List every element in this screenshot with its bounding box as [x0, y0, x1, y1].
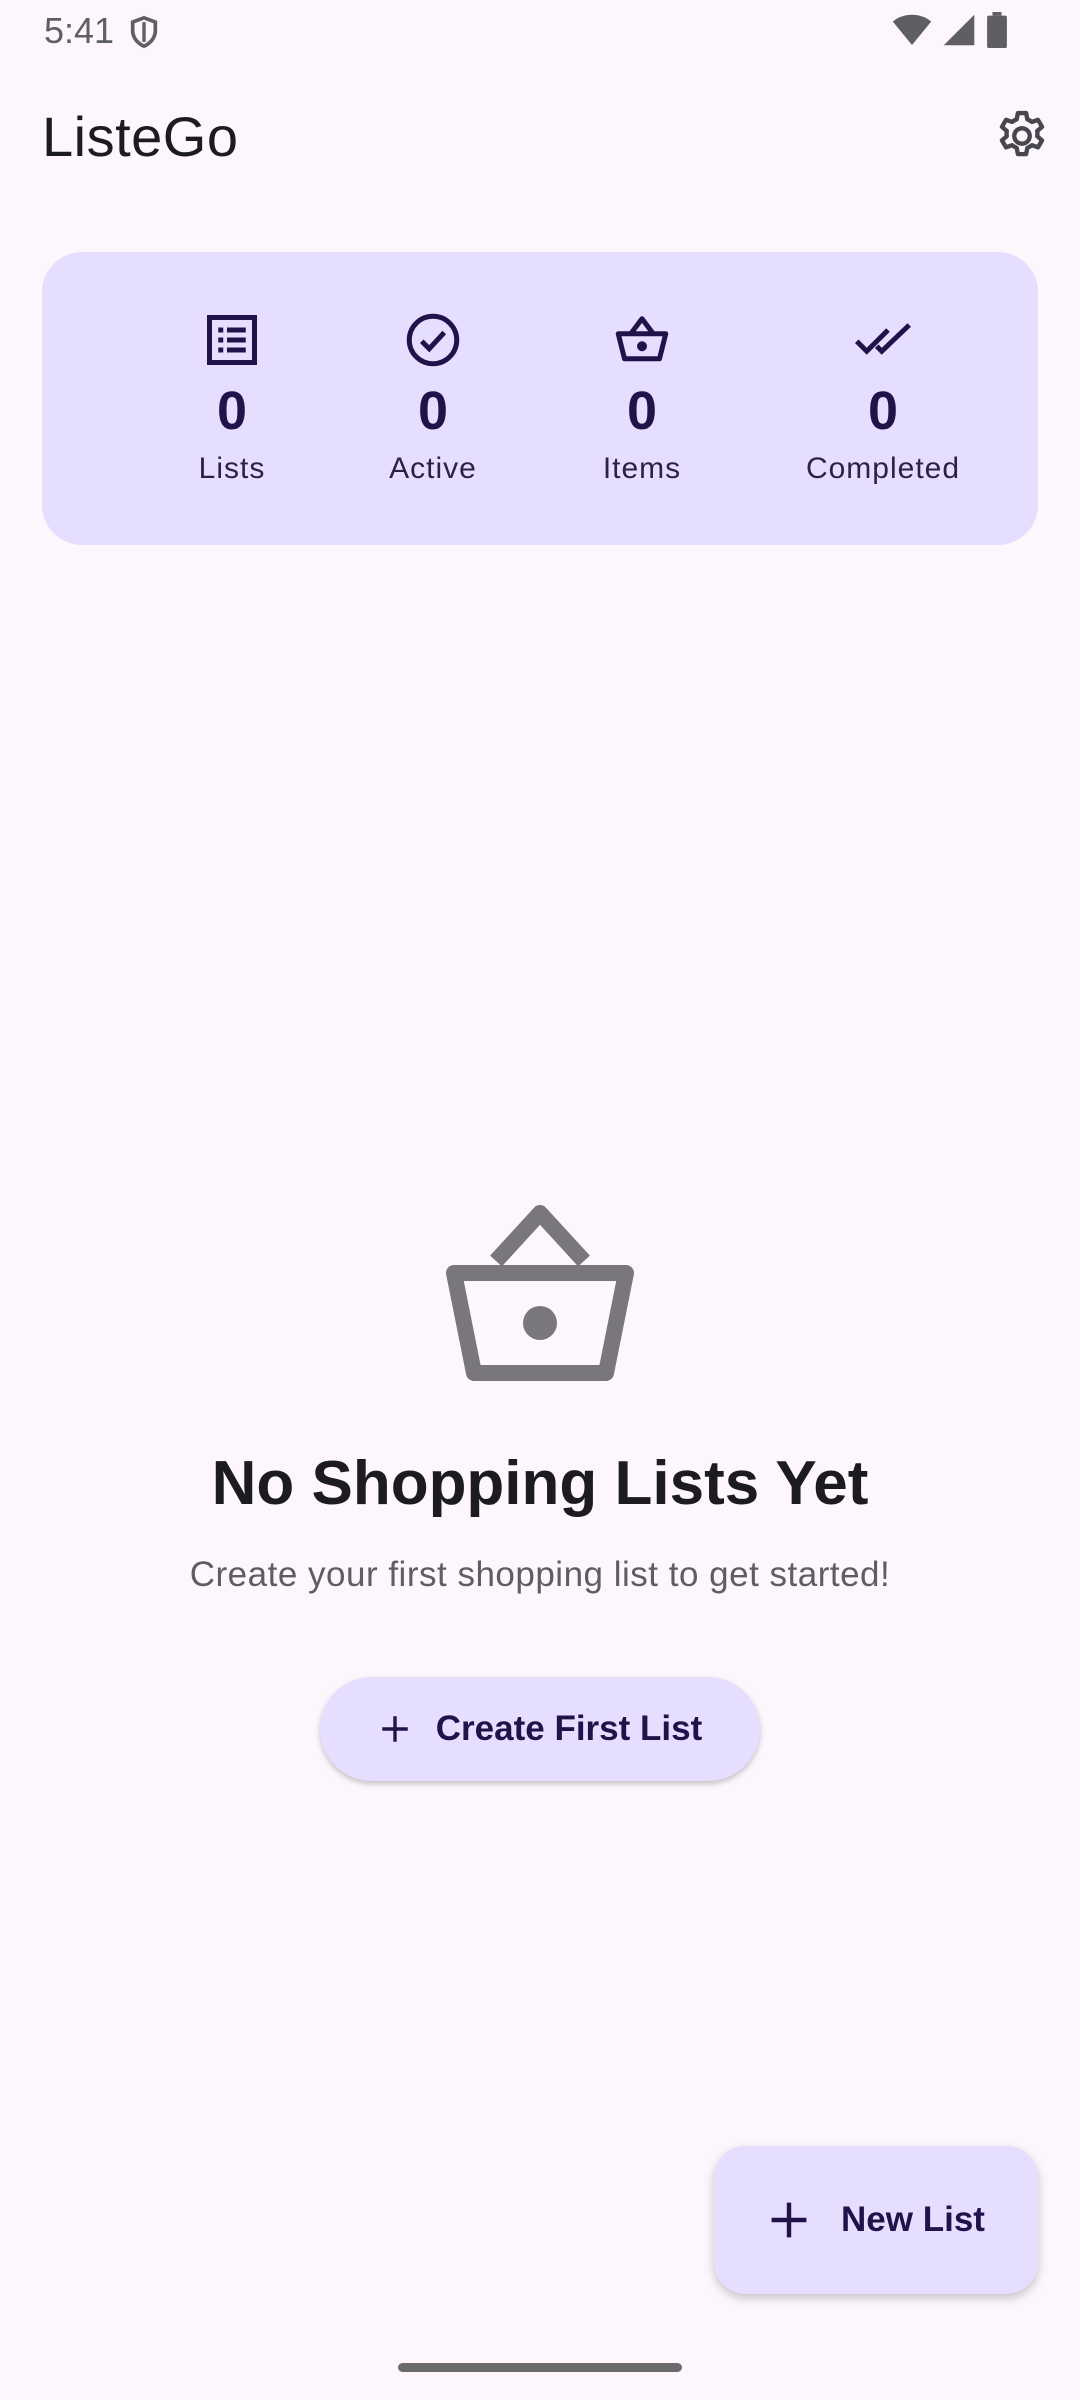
stat-value: 0	[626, 381, 658, 441]
plus-icon	[771, 2202, 807, 2238]
stat-lists: 0 Lists	[122, 252, 342, 545]
double-check-icon	[854, 323, 911, 355]
gear-icon	[999, 110, 1045, 157]
wifi-icon	[892, 14, 932, 45]
check-circle-icon	[406, 313, 460, 367]
app-title: ListeGo	[42, 105, 239, 168]
stat-label: Completed	[805, 452, 961, 485]
home-indicator[interactable]	[398, 2363, 682, 2372]
stat-value: 0	[867, 381, 899, 441]
stat-label: Active	[389, 452, 477, 485]
stat-items: 0 Items	[532, 252, 752, 545]
new-list-label: New List	[841, 2200, 985, 2239]
create-first-list-button[interactable]: Create First List	[320, 1677, 760, 1781]
shield-icon	[130, 15, 158, 49]
basket-icon	[615, 316, 669, 362]
create-first-list-label: Create First List	[435, 1709, 703, 1748]
stat-value: 0	[216, 381, 248, 441]
status-bar: 5:41	[0, 0, 1080, 64]
stat-active: 0 Active	[323, 252, 543, 545]
battery-icon	[987, 12, 1007, 48]
app-bar: ListeGo	[0, 80, 1080, 192]
status-icons	[892, 12, 1008, 48]
new-list-fab[interactable]: New List	[714, 2146, 1038, 2294]
cellular-icon	[943, 14, 975, 46]
plus-icon	[382, 1716, 408, 1742]
empty-state-subtitle: Create your first shopping list to get s…	[189, 1555, 891, 1594]
stat-label: Items	[602, 452, 682, 485]
stat-value: 0	[417, 381, 449, 441]
stats-card: 0 Lists 0 Active 0 Items 0 Completed	[42, 252, 1038, 545]
settings-button[interactable]	[984, 98, 1060, 174]
status-time: 5:41	[44, 10, 115, 51]
empty-state-title: No Shopping Lists Yet	[211, 1449, 869, 1518]
stat-completed: 0 Completed	[773, 252, 993, 545]
basket-icon	[446, 1205, 634, 1381]
list-icon	[207, 315, 257, 365]
stat-label: Lists	[198, 452, 266, 485]
